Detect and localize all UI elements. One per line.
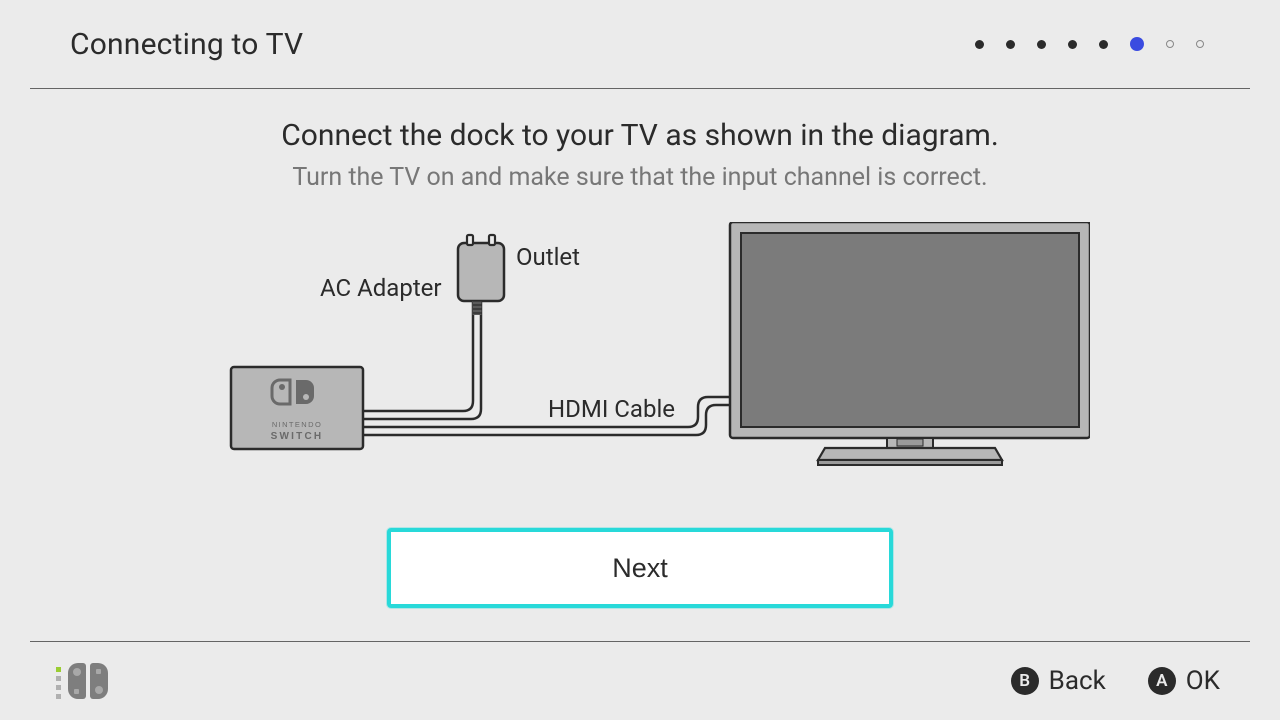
progress-dot: [1196, 40, 1204, 48]
ac-adapter-icon: [458, 235, 504, 315]
connection-diagram: Outlet AC Adapter HDMI Cable: [190, 222, 1090, 502]
progress-dot: [1006, 40, 1015, 49]
progress-dot: [1166, 40, 1174, 48]
progress-dots: [975, 37, 1210, 51]
progress-dot: [975, 40, 984, 49]
next-button[interactable]: Next: [391, 532, 889, 604]
switch-dock-icon: NINTENDO SWITCH: [231, 367, 363, 449]
divider: [30, 88, 1250, 89]
back-hint[interactable]: B Back: [1011, 666, 1106, 696]
content-area: Connect the dock to your TV as shown in …: [0, 110, 1280, 630]
ok-label: OK: [1186, 666, 1220, 696]
progress-dot: [1068, 40, 1077, 49]
tv-icon: [730, 222, 1090, 465]
page-title: Connecting to TV: [70, 27, 303, 62]
ac-adapter-label: AC Adapter: [320, 274, 442, 302]
outlet-label: Outlet: [516, 243, 580, 271]
joycon-icon: [56, 663, 114, 699]
b-button-icon: B: [1011, 667, 1039, 695]
instruction-heading: Connect the dock to your TV as shown in …: [281, 118, 999, 153]
svg-text:NINTENDO: NINTENDO: [272, 420, 322, 429]
progress-dot: [1099, 40, 1108, 49]
diagram-svg: NINTENDO SWITCH: [190, 222, 1090, 502]
ok-hint[interactable]: A OK: [1148, 666, 1220, 696]
hdmi-cable-label: HDMI Cable: [548, 395, 675, 423]
footer-bar: B Back A OK: [0, 642, 1280, 720]
back-label: Back: [1049, 666, 1106, 696]
controller-indicator: [56, 663, 114, 699]
footer-hints: B Back A OK: [1011, 666, 1220, 696]
svg-text:SWITCH: SWITCH: [271, 431, 324, 442]
progress-dot-current: [1130, 37, 1144, 51]
header-bar: Connecting to TV: [0, 0, 1280, 88]
progress-dot: [1037, 40, 1046, 49]
instruction-subheading: Turn the TV on and make sure that the in…: [292, 163, 987, 192]
next-button-wrap: Next: [391, 532, 889, 604]
a-button-icon: A: [1148, 667, 1176, 695]
